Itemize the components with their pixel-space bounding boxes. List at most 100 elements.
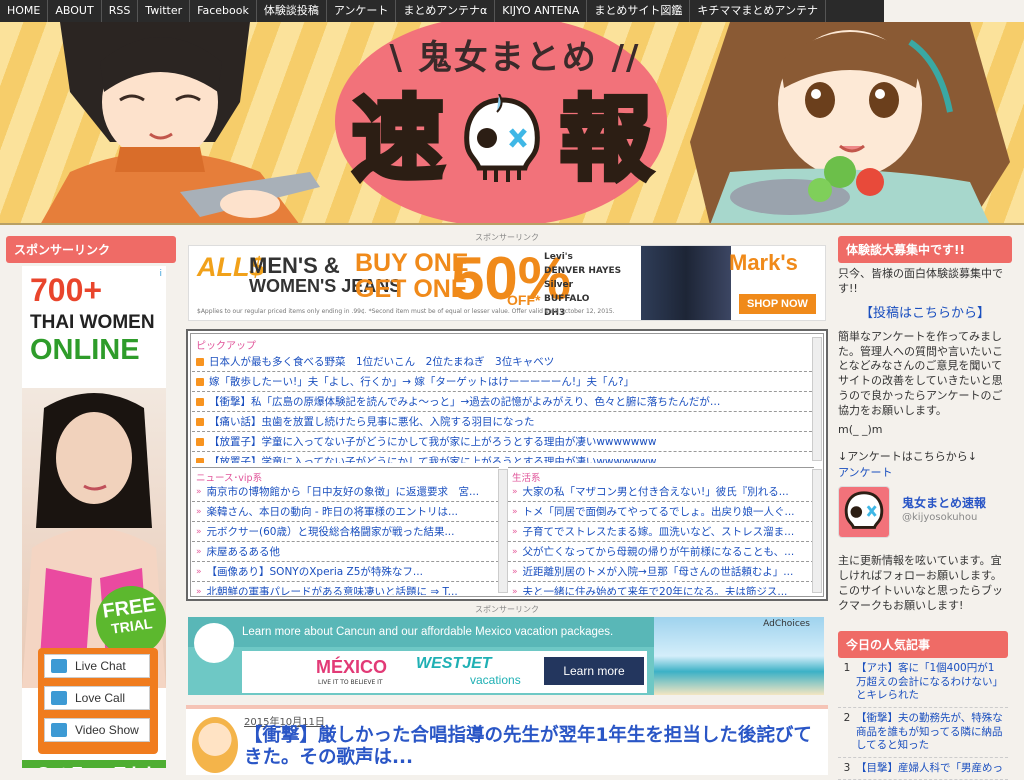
antenna-list-item[interactable]: » 夫と一緒に住み始めて来年で20年になる。夫は筋ジス...	[508, 582, 814, 596]
survey-emoticon: m(_ _)m	[838, 422, 883, 436]
antenna-item-title: 夫と一緒に住み始めて来年で20年になる。夫は筋ジス...	[522, 585, 788, 596]
twitter-handle[interactable]: @kijyosokuhou	[902, 512, 977, 523]
rss-icon	[196, 457, 204, 463]
popular-items: 1 【アホ】客に「1個400円が1万超えの会計になるわけない」とキレられた 2 【衝撃…	[838, 658, 1008, 780]
pickup-scrollbar[interactable]	[812, 337, 822, 461]
double-arrow-icon: »	[512, 526, 518, 537]
antenna-list-item[interactable]: » 楽韓さん、本日の動向 - 昨日の将軍様のエントリは...	[192, 502, 499, 522]
article-title[interactable]: 【衝撃】厳しかった合唱指導の先生が翌年1年生を担当した後詫びてきた。その歌声は.…	[244, 725, 828, 769]
double-arrow-icon: »	[196, 506, 202, 517]
nav-item[interactable]: HOME	[0, 0, 49, 22]
news-items: » 南京市の博物館から「日中友好の象徴」に返還要求 宮... » 楽韓さん、本日の動向…	[192, 482, 499, 595]
popular-rank: 2	[843, 711, 851, 724]
antenna-list-item[interactable]: 【放置子】学童に入ってない子がどうにかして我が家に上がろうとする理由が凄いwww…	[192, 432, 822, 452]
live-chat-button[interactable]: Live Chat	[44, 654, 150, 678]
popular-item[interactable]: 3 【目撃】産婦人科で「男産めっ	[838, 758, 1008, 780]
nav-item[interactable]: まとめアンテナα	[396, 0, 496, 22]
nav-item[interactable]: Facebook	[190, 0, 257, 22]
antenna-list-item[interactable]: 嫁「散歩したーい!」夫「よし、行くか」→ 嫁「ターゲットはけーーーーーん!」夫「…	[192, 372, 822, 392]
ad-headline-number: 700+	[30, 272, 103, 308]
antenna-item-title: 楽韓さん、本日の動向 - 昨日の将軍様のエントリは...	[206, 505, 458, 518]
popular-rank: 3	[843, 761, 851, 774]
shop-now-button[interactable]: SHOP NOW	[739, 294, 816, 314]
skull-icon	[464, 94, 540, 182]
life-scrollbar[interactable]	[812, 469, 822, 593]
submission-heading: 体験談大募集中です!!	[838, 236, 1012, 263]
nav-item[interactable]: KIJYO ANTENA	[495, 0, 588, 22]
antenna-list-item[interactable]: » 大家の私「マザコン男と付き合えない!」彼氏『別れる...	[508, 482, 814, 502]
learn-more-button[interactable]: Learn more	[544, 657, 644, 685]
latest-article: 2015年10月11日 【衝撃】厳しかった合唱指導の先生が翌年1年生を担当した後…	[186, 705, 828, 775]
life-column: 生活系 » 大家の私「マザコン男と付き合えない!」彼氏『別れる... » トメ「同居で…	[508, 467, 814, 595]
post-link[interactable]: 【投稿はこちらから】	[838, 297, 1012, 326]
news-column: ニュース･vip系 » 南京市の博物館から「日中友好の象徴」に返還要求 宮...»…	[192, 467, 499, 595]
logo-kanji-right: 報	[557, 86, 654, 193]
popular-item[interactable]: 1 【アホ】客に「1個400円が1万超えの会計になるわけない」とキレられた	[838, 658, 1008, 708]
marks-jeans-ad[interactable]: ALL$ MEN'S & WOMEN'S JEANS BUY ONE GET ONE…	[188, 245, 826, 321]
news-title: ニュース･vip系	[196, 473, 263, 484]
life-items: » 大家の私「マザコン男と付き合えない!」彼氏『別れる... » トメ「同居で面倒みて…	[508, 482, 814, 595]
antenna-list-item[interactable]: » 父が亡くなってから母親の帰りが午前様になることも、...	[508, 542, 814, 562]
adchoices-link[interactable]: AdChoices	[763, 619, 810, 629]
cancun-vacation-ad[interactable]: Learn more about Cancun and our affordab…	[188, 617, 824, 695]
antenna-list-item[interactable]: 日本人が最も多く食べる野菜 1位だいこん 2位たまねぎ 3位キャベツ	[192, 352, 822, 372]
ad-brand: WINDRIVER	[544, 320, 634, 321]
twitter-name[interactable]: 鬼女まとめ速報	[902, 494, 986, 511]
site-logo[interactable]: 速 報	[349, 86, 654, 193]
antenna-list-item[interactable]: » トメ「同居で面倒みてやってるでしょ。出戻り娘一人ぐ...	[508, 502, 814, 522]
antenna-list-item[interactable]: » 子育てでストレスたまる嫁。皿洗いなど、ストレス溜ま...	[508, 522, 814, 542]
popular-title: 【アホ】客に「1個400円が1万超えの会計になるわけない」とキレられた	[856, 662, 1003, 702]
pickup-title: ピックアップ	[196, 341, 256, 352]
pickup-list: ピックアップ 日本人が最も多く食べる野菜 1位だいこん 2位たまねぎ 3位キャベ…	[192, 335, 822, 463]
nav-item[interactable]: ABOUT	[48, 0, 102, 22]
westjet-vacations: vacations	[470, 673, 521, 687]
rss-icon	[196, 417, 204, 426]
antenna-item-title: 大家の私「マザコン男と付き合えない!」彼氏『別れる...	[522, 485, 789, 498]
antenna-list-item[interactable]: 【衝撃】私「広島の原爆体験記を読んでみよ〜っと」→過去の記憶がよみがえり、色々と…	[192, 392, 822, 412]
rss-icon	[196, 377, 204, 386]
video-show-button[interactable]: Video Show	[44, 718, 150, 742]
antenna-list-item[interactable]: » 【画像あり】SONYのXperia Z5が特殊なフ...	[192, 562, 499, 582]
nav-item[interactable]: アンケート	[327, 0, 397, 22]
nav-item[interactable]: キチママまとめアンテナ	[690, 0, 826, 22]
ad-headline-thai: THAI WOMEN	[30, 312, 155, 333]
antenna-list-item[interactable]: » 近距離別居のトメが入院→旦那「母さんの世話頼むよ」...	[508, 562, 814, 582]
mexico-logo: MÉXICO	[316, 657, 388, 677]
rss-icon	[196, 357, 204, 366]
get-free-trial-button[interactable]: Get Free Trial	[22, 760, 166, 768]
mexico-tagline: LIVE IT TO BELIEVE IT	[318, 679, 383, 686]
love-call-button[interactable]: Love Call	[44, 686, 150, 710]
double-arrow-icon: »	[196, 586, 202, 596]
twitter-avatar-icon	[838, 486, 890, 538]
adchoices-icon[interactable]: i	[159, 269, 162, 279]
popular-rank: 1	[843, 662, 851, 674]
antenna-list-item[interactable]: 【痛い話】虫歯を放置し続けたら見事に悪化、入院する羽目になった	[192, 412, 822, 432]
antenna-list-item[interactable]: 【放置子】学童に入ってない子がどうにかして我が家に上がろうとする理由が凄いwww…	[192, 452, 822, 463]
double-arrow-icon: »	[512, 546, 518, 557]
nav-item[interactable]: 体験談投稿	[257, 0, 327, 22]
nav-item[interactable]: まとめサイト図鑑	[587, 0, 691, 22]
site-banner[interactable]: \ 鬼女まとめ // 速 報	[0, 22, 1024, 225]
nav-item[interactable]: RSS	[102, 0, 139, 22]
antenna-list-item[interactable]: » 元ボクサー(60歳）と現役総合格闘家が戦った結果...	[192, 522, 499, 542]
twitter-profile[interactable]: 鬼女まとめ速報 @kijyosokuhou	[838, 486, 1012, 544]
popular-item[interactable]: 2 【衝撃】夫の勤務先が、特殊な商品を誰もが知ってる隣に納品してると知った	[838, 708, 1008, 758]
ad-jeans-photo	[641, 246, 731, 320]
thai-women-ad[interactable]: i 700+ THAI WOMEN ONLINE FREE TRIAL Live …	[22, 266, 166, 768]
phone-icon	[51, 691, 67, 705]
left-sidebar: スポンサーリンク i 700+ THAI WOMEN ONLINE FREE TR…	[6, 236, 176, 768]
antenna-item-title: 【放置子】学童に入ってない子がどうにかして我が家に上がろうとする理由が凄いwww…	[209, 455, 657, 464]
news-scrollbar[interactable]	[498, 469, 508, 593]
top-nav: HOME ABOUT RSS Twitter Facebook 体験談投稿 アンケート まとめ…	[0, 0, 884, 22]
antenna-item-title: 子育てでストレスたまる嫁。皿洗いなど、ストレス溜ま...	[522, 525, 795, 538]
life-title: 生活系	[512, 473, 541, 484]
double-arrow-icon: »	[196, 486, 202, 497]
nav-item[interactable]: Twitter	[138, 0, 191, 22]
antenna-list-item[interactable]: » 南京市の博物館から「日中友好の象徴」に返還要求 宮...	[192, 482, 499, 502]
antenna-list-item[interactable]: » 床屋あるある他	[192, 542, 499, 562]
antenna-list-item[interactable]: » 北朝鮮の軍事パレードがある意味凄いと話題に ⇒ T...	[192, 582, 499, 596]
cancun-ad-bar: Learn more about Cancun and our affordab…	[188, 617, 656, 647]
survey-link[interactable]: アンケート	[838, 464, 1012, 480]
antenna-item-title: 【放置子】学童に入ってない子がどうにかして我が家に上がろうとする理由が凄いwww…	[209, 435, 657, 448]
double-arrow-icon: »	[512, 566, 518, 577]
